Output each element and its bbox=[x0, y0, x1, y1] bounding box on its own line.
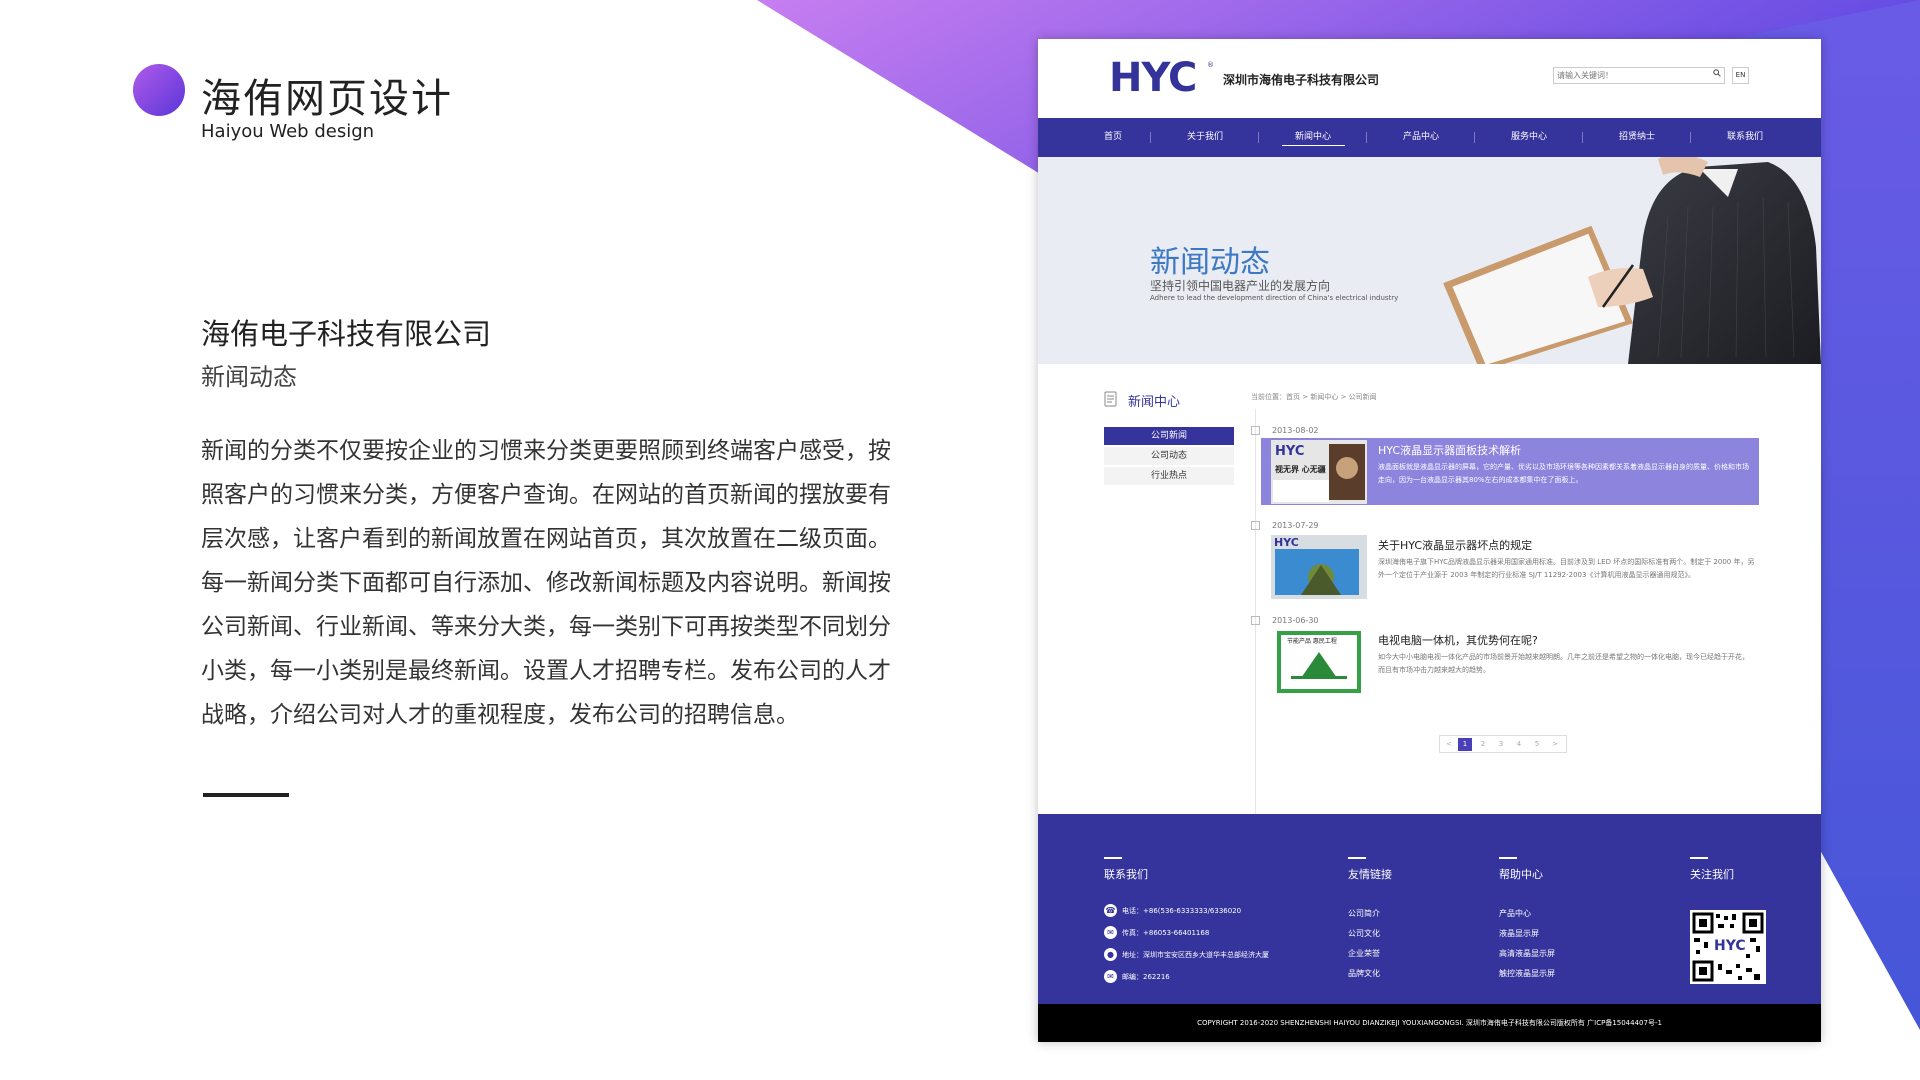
description-underline bbox=[203, 793, 289, 797]
footer-help-link[interactable]: 高清液晶显示屏 bbox=[1499, 948, 1555, 959]
sidebar-item-company-news[interactable]: 公司新闻 bbox=[1104, 427, 1234, 445]
site-company-name: 深圳市海侑电子科技有限公司 bbox=[1223, 73, 1380, 87]
pagination-page-1[interactable]: 1 bbox=[1458, 738, 1472, 751]
footer-postcode: 邮编：262216 bbox=[1122, 973, 1170, 981]
thumbnail-caption: 节能产品 惠民工程 bbox=[1287, 638, 1337, 645]
fax-icon: ✉ bbox=[1104, 926, 1117, 939]
nav-divider bbox=[1366, 132, 1367, 143]
footer-help-link[interactable]: 液晶显示屏 bbox=[1499, 928, 1539, 939]
qr-code[interactable]: HYC bbox=[1690, 910, 1766, 984]
brand-dot bbox=[133, 64, 185, 116]
sidebar-item-industry-hot[interactable]: 行业热点 bbox=[1104, 467, 1234, 485]
news-summary: 如今大中小电脑电视一体化产品的市场前景开始越来越明朗。几年之前还是希望之物的一体… bbox=[1378, 653, 1749, 674]
pagination-next-button[interactable]: > bbox=[1548, 738, 1562, 751]
site-logo[interactable]: HYC bbox=[1109, 55, 1197, 101]
pagination-page-3[interactable]: 3 bbox=[1494, 738, 1508, 751]
footer-link[interactable]: 公司文化 bbox=[1348, 928, 1380, 939]
news-title[interactable]: 关于HYC液晶显示器坏点的规定 bbox=[1378, 537, 1532, 553]
footer-heading-bar bbox=[1499, 857, 1517, 859]
search-icon[interactable] bbox=[1713, 69, 1721, 80]
brand-title: 海侑网页设计 bbox=[201, 76, 453, 122]
nav-item-contact[interactable]: 联系我们 bbox=[1700, 118, 1790, 157]
news-thumbnail: HYC 视无界 心无疆 bbox=[1271, 440, 1367, 504]
search-box bbox=[1553, 67, 1725, 84]
news-date: 2013-08-02 bbox=[1272, 426, 1319, 435]
site-footer: 联系我们 ☎ 电话：+86(536-6333333/6336020 ✉ 传真：+… bbox=[1038, 814, 1821, 1004]
nav-item-news[interactable]: 新闻中心 bbox=[1268, 118, 1358, 157]
footer-link[interactable]: 品牌文化 bbox=[1348, 968, 1380, 979]
news-thumbnail: 节能产品 惠民工程 bbox=[1271, 630, 1367, 694]
thumbnail-logo: HYC bbox=[1274, 536, 1299, 549]
language-switch-button[interactable]: EN bbox=[1732, 67, 1749, 84]
nav-item-products[interactable]: 产品中心 bbox=[1376, 118, 1466, 157]
footer-help-title: 帮助中心 bbox=[1499, 868, 1543, 881]
news-summary: 液晶面板就是液晶显示器的屏幕，它的产量、优劣以及市场环境等各种因素都关系着液晶显… bbox=[1378, 463, 1749, 484]
footer-address: 地址：深圳市宝安区西乡大道华丰总部经济大厦 bbox=[1122, 951, 1269, 959]
news-card-highlighted[interactable]: HYC 视无界 心无疆 HYC液晶显示器面板技术解析 液晶面板就是液晶显示器的屏… bbox=[1261, 438, 1759, 505]
pagination-prev-button[interactable]: < bbox=[1442, 738, 1456, 751]
nav-item-service[interactable]: 服务中心 bbox=[1484, 118, 1574, 157]
footer-phone: 电话：+86(536-6333333/6336020 bbox=[1122, 907, 1242, 915]
footer-link[interactable]: 公司简介 bbox=[1348, 908, 1380, 919]
qr-logo: HYC bbox=[1712, 938, 1748, 954]
banner-title: 新闻动态 bbox=[1150, 245, 1270, 280]
nav-divider bbox=[1150, 132, 1151, 143]
news-banner: 新闻动态 坚持引领中国电器产业的发展方向 Adhere to lead the … bbox=[1038, 157, 1821, 364]
search-input[interactable] bbox=[1557, 69, 1707, 82]
nav-item-home[interactable]: 首页 bbox=[1078, 118, 1148, 157]
nav-divider bbox=[1690, 132, 1691, 143]
main-nav: 首页 关于我们 新闻中心 产品中心 服务中心 招贤纳士 联系我们 bbox=[1038, 118, 1821, 157]
nav-item-about[interactable]: 关于我们 bbox=[1160, 118, 1250, 157]
description-text: 新闻的分类不仅要按企业的习惯来分类更要照顾到终端客户感受，按照客户的习惯来分类，… bbox=[201, 438, 891, 728]
website-mockup: HYC ® 深圳市海侑电子科技有限公司 EN 首页 关于我们 新闻中心 产品中心… bbox=[1038, 39, 1821, 1042]
site-header: HYC ® 深圳市海侑电子科技有限公司 EN bbox=[1038, 39, 1821, 118]
footer-fax: 传真：+86053-66401168 bbox=[1122, 929, 1210, 937]
footer-follow-title: 关注我们 bbox=[1690, 868, 1734, 881]
nav-divider bbox=[1582, 132, 1583, 143]
footer-link[interactable]: 企业荣誉 bbox=[1348, 948, 1380, 959]
page-name: 新闻动态 bbox=[201, 363, 297, 391]
footer-heading-bar bbox=[1690, 857, 1708, 859]
footer-contact-title: 联系我们 bbox=[1104, 868, 1148, 881]
news-card[interactable]: 节能产品 惠民工程 电视电脑一体机，其优势何在呢? 如今大中小电脑电视一体化产品… bbox=[1261, 628, 1759, 695]
company-name: 海侑电子科技有限公司 bbox=[201, 317, 492, 351]
pagination-page-5[interactable]: 5 bbox=[1530, 738, 1544, 751]
nav-divider bbox=[1474, 132, 1475, 143]
banner-english-subtitle: Adhere to lead the development direction… bbox=[1150, 294, 1399, 302]
breadcrumb: 当前位置：首页 > 新闻中心 > 公司新闻 bbox=[1251, 393, 1377, 401]
copyright-bar: COPYRIGHT 2016-2020 SHENZHENSHI HAIYOU D… bbox=[1038, 1004, 1821, 1042]
thumbnail-caption: 视无界 心无疆 bbox=[1275, 465, 1326, 474]
sidebar-item-company-updates[interactable]: 公司动态 bbox=[1104, 447, 1234, 465]
phone-icon: ☎ bbox=[1104, 904, 1117, 917]
document-icon bbox=[1104, 391, 1117, 407]
news-summary: 深圳海侑电子旗下HYC品牌液晶显示器采用国家通用标准。目前涉及到 LED 坏点的… bbox=[1378, 558, 1755, 579]
news-date: 2013-07-29 bbox=[1272, 521, 1319, 530]
footer-help-link[interactable]: 触控液晶显示屏 bbox=[1499, 968, 1555, 979]
mail-icon: ✉ bbox=[1104, 970, 1117, 983]
thumbnail-logo: HYC bbox=[1275, 444, 1305, 459]
news-title[interactable]: HYC液晶显示器面板技术解析 bbox=[1378, 442, 1521, 458]
content-divider bbox=[1255, 409, 1256, 854]
footer-links-title: 友情链接 bbox=[1348, 868, 1392, 881]
news-thumbnail: HYC bbox=[1271, 535, 1367, 599]
banner-subtitle: 坚持引领中国电器产业的发展方向 bbox=[1150, 279, 1331, 293]
news-card[interactable]: HYC 关于HYC液晶显示器坏点的规定 深圳海侑电子旗下HYC品牌液晶显示器采用… bbox=[1261, 533, 1759, 600]
logo-registered-mark: ® bbox=[1207, 61, 1214, 69]
pagination-page-4[interactable]: 4 bbox=[1512, 738, 1526, 751]
news-date: 2013-06-30 bbox=[1272, 616, 1319, 625]
location-icon: ● bbox=[1104, 948, 1117, 961]
sidebar-title: 新闻中心 bbox=[1128, 395, 1181, 410]
pagination: < 1 2 3 4 5 > bbox=[1439, 735, 1567, 753]
footer-help-link[interactable]: 产品中心 bbox=[1499, 908, 1531, 919]
brand-subtitle: Haiyou Web design bbox=[201, 121, 375, 142]
nav-item-recruit[interactable]: 招贤纳士 bbox=[1592, 118, 1682, 157]
pagination-page-2[interactable]: 2 bbox=[1476, 738, 1490, 751]
news-title[interactable]: 电视电脑一体机，其优势何在呢? bbox=[1378, 632, 1538, 648]
footer-heading-bar bbox=[1348, 857, 1366, 859]
footer-heading-bar bbox=[1104, 857, 1122, 859]
businesswoman-illustration bbox=[1443, 157, 1821, 364]
nav-divider bbox=[1258, 132, 1259, 143]
